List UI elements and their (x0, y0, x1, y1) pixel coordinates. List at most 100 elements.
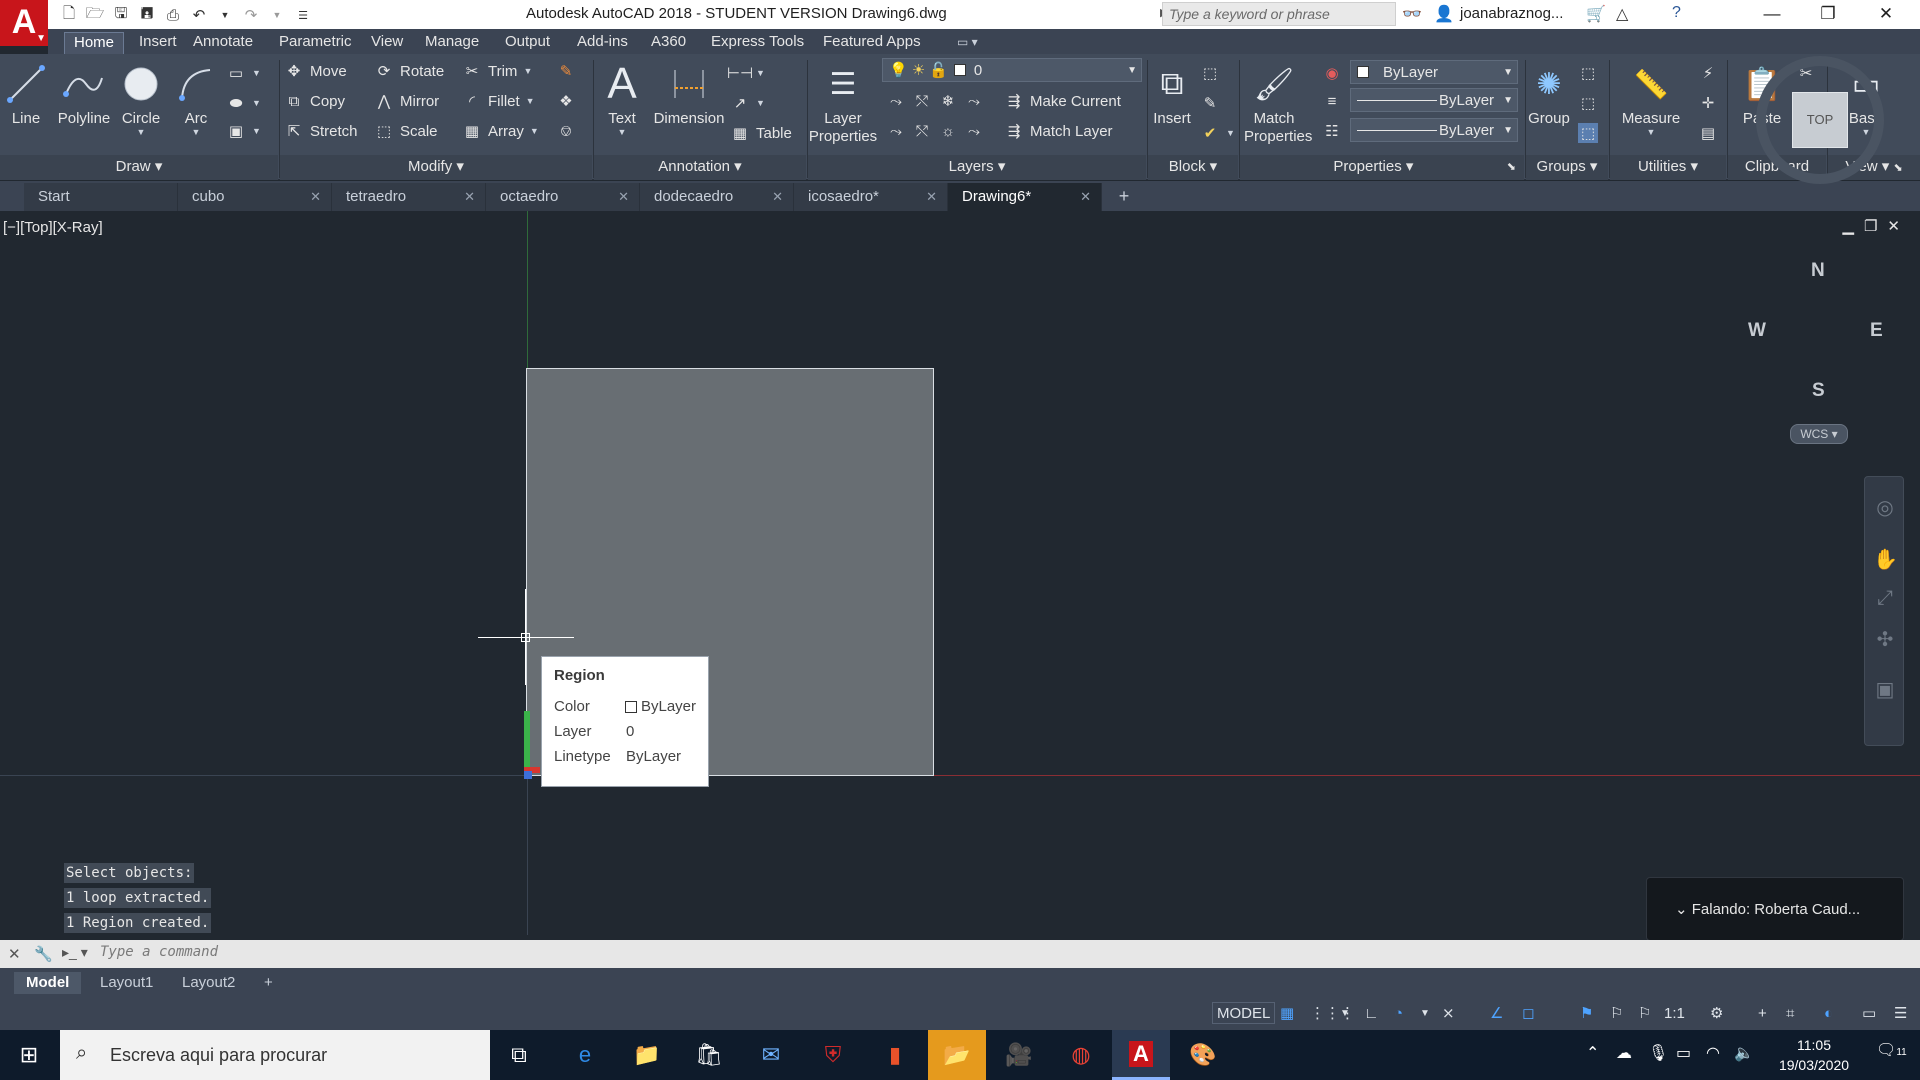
doc-tab-icosaedro[interactable]: icosaedro* ✕ (794, 183, 948, 211)
close-icon[interactable]: ✕ (926, 183, 937, 210)
close-icon[interactable]: ✕ (8, 945, 21, 963)
close-icon[interactable]: ✕ (1080, 183, 1091, 210)
calculator-button[interactable]: ▤ (1698, 120, 1718, 146)
draw-panel-title[interactable]: Draw ▾ (0, 155, 278, 180)
user-icon[interactable]: 👤 (1434, 4, 1454, 24)
chevron-down-icon[interactable]: ▼ (1420, 1002, 1430, 1024)
steering-wheel-icon[interactable]: ◎ (1873, 495, 1897, 519)
ortho-icon[interactable]: ∟ (1364, 1002, 1379, 1024)
linear-dim-button[interactable]: ⊢⊣ ▼ (727, 60, 765, 86)
customize-qat-icon[interactable]: ☰ (292, 4, 314, 26)
rectangle-button[interactable]: ▭ ▼ (226, 60, 261, 86)
doc-tab-drawing6[interactable]: Drawing6* ✕ (948, 183, 1102, 211)
tab-view[interactable]: View (362, 32, 412, 54)
file-explorer-icon[interactable]: 📁 (618, 1030, 676, 1080)
orbit-icon[interactable]: ✣ (1873, 627, 1897, 651)
showmotion-icon[interactable]: ▣ (1873, 677, 1897, 701)
tab-manage[interactable]: Manage (416, 32, 488, 54)
viewcube-north[interactable]: N (1811, 260, 1825, 282)
ribbon-minimize-icon[interactable]: ▭ ▾ (948, 32, 987, 54)
chevron-down-icon[interactable]: ▼ (1340, 1002, 1350, 1024)
polyline-button[interactable]: Polyline (52, 58, 116, 127)
action-center-icon[interactable]: 🗨11 (1876, 1040, 1907, 1060)
store-icon[interactable]: 🛍 (680, 1030, 738, 1080)
make-current-button[interactable]: ⇶ Make Current (1004, 88, 1121, 114)
properties-panel-title[interactable]: Properties ▾ ⬊ (1240, 155, 1524, 180)
undo-dropdown-icon[interactable]: ▼ (214, 4, 236, 26)
help-icon[interactable]: ? (1672, 4, 1681, 22)
plus-icon[interactable]: + (1758, 1002, 1767, 1024)
match-layer-button[interactable]: ⇶ Match Layer (1004, 118, 1113, 144)
lineweight-dropdown[interactable]: ByLayer ▼ (1350, 88, 1518, 112)
isolate-objects-icon[interactable]: ⌗ (1786, 1002, 1794, 1024)
create-block-button[interactable]: ⬚ (1200, 60, 1220, 86)
block-panel-title[interactable]: Block ▾ (1148, 155, 1238, 180)
battery-icon[interactable]: ▭ (1676, 1043, 1691, 1063)
scale-button[interactable]: ⬚ Scale (374, 118, 438, 144)
arc-button[interactable]: Arc ▼ (176, 58, 216, 137)
layer-on-icon[interactable]: ⤳ (886, 121, 906, 141)
redo-dropdown-icon[interactable]: ▼ (266, 4, 288, 26)
trim-button[interactable]: ✂ Trim ▼ (462, 58, 533, 84)
annotation-scale-icon[interactable]: ⚐ (1638, 1002, 1651, 1024)
restore-icon[interactable]: ❐ (1800, 0, 1856, 29)
search-input[interactable]: Type a keyword or phrase (1162, 2, 1396, 26)
a360-icon[interactable]: △ (1616, 4, 1628, 24)
cloud-offline-icon[interactable]: ☁ (1616, 1043, 1632, 1063)
linetype-dropdown[interactable]: ByLayer ▼ (1350, 118, 1518, 142)
layer-lock-icon[interactable]: ⤳ (964, 91, 984, 111)
paint-icon[interactable]: 🎨 (1174, 1030, 1232, 1080)
line-button[interactable]: Line (6, 58, 46, 127)
doc-tab-tetraedro[interactable]: tetraedro ✕ (332, 183, 486, 211)
close-icon[interactable]: ✕ (1858, 0, 1914, 29)
tab-insert[interactable]: Insert (130, 32, 186, 54)
close-icon[interactable]: ✕ (772, 183, 783, 210)
gear-icon[interactable]: ⚙ (1710, 1002, 1723, 1024)
array-button[interactable]: ▦ Array ▼ (462, 118, 539, 144)
tab-express-tools[interactable]: Express Tools (702, 32, 813, 54)
mcafee-icon[interactable]: ⛨ (804, 1030, 862, 1080)
system-clock[interactable]: 11:05 19/03/2020 (1764, 1035, 1864, 1075)
save-icon[interactable]: 🖫 (110, 4, 132, 26)
new-file-icon[interactable]: 🗋 (58, 4, 80, 26)
polar-tracking-icon[interactable]: ◔ (1394, 1002, 1403, 1024)
windows-start-icon[interactable]: ⊞ (0, 1030, 58, 1080)
grid-icon[interactable]: ▦ (1280, 1002, 1294, 1024)
model-space-toggle[interactable]: MODEL (1212, 1002, 1276, 1024)
layers-panel-title[interactable]: Layers ▾ (808, 155, 1146, 180)
circle-dropdown-icon[interactable]: ▼ (120, 127, 162, 137)
close-icon[interactable]: ✕ (464, 183, 475, 210)
measure-dropdown-icon[interactable]: ▼ (1616, 127, 1686, 137)
file-manager-icon[interactable]: 📂 (928, 1030, 986, 1080)
dimension-button[interactable]: Dimension (652, 58, 726, 127)
mirror-button[interactable]: ⋀ Mirror (374, 88, 439, 114)
ungroup-button[interactable]: ⬚ (1578, 60, 1598, 86)
doc-tab-cubo[interactable]: cubo ✕ (178, 183, 332, 211)
save-as-icon[interactable]: 🖪 (136, 4, 158, 26)
office-icon[interactable]: ▮ (866, 1030, 924, 1080)
object-snap-icon[interactable]: ◻ (1522, 1002, 1534, 1024)
layer-freeze-icon[interactable]: ❄ (938, 91, 958, 111)
user-name[interactable]: joanabraznog... (1460, 5, 1563, 22)
id-point-button[interactable]: ✛ (1698, 90, 1718, 116)
auto-scale-icon[interactable]: ⚐ (1610, 1002, 1623, 1024)
layer-thaw-icon[interactable]: ☼ (938, 121, 958, 141)
tab-add-ins[interactable]: Add-ins (568, 32, 637, 54)
undo-icon[interactable]: ↶ (188, 4, 210, 26)
doc-tab-octaedro[interactable]: octaedro ✕ (486, 183, 640, 211)
autocad-icon[interactable]: A (1112, 1030, 1170, 1080)
taskbar-search-input[interactable]: ⌕ Escreva aqui para procurar (60, 1030, 490, 1080)
utilities-panel-title[interactable]: Utilities ▾ (1610, 155, 1726, 180)
binoculars-icon[interactable]: 👓 (1402, 4, 1422, 24)
measure-button[interactable]: 📏 Measure ▼ (1616, 58, 1686, 138)
wifi-icon[interactable]: ◠ (1706, 1043, 1720, 1063)
pan-icon[interactable]: ✋ (1873, 547, 1898, 571)
offset-button[interactable]: ⎊ (556, 118, 576, 144)
group-button[interactable]: ✺ Group (1526, 58, 1572, 128)
annotation-scale-value[interactable]: 1:1 (1664, 1002, 1685, 1024)
rotate-button[interactable]: ⟳ Rotate (374, 58, 445, 84)
stretch-button[interactable]: ⇱ Stretch (284, 118, 358, 144)
tab-featured-apps[interactable]: Featured Apps (814, 32, 930, 54)
erase-button[interactable]: ✎ (556, 58, 576, 84)
text-dropdown-icon[interactable]: ▼ (602, 127, 642, 137)
